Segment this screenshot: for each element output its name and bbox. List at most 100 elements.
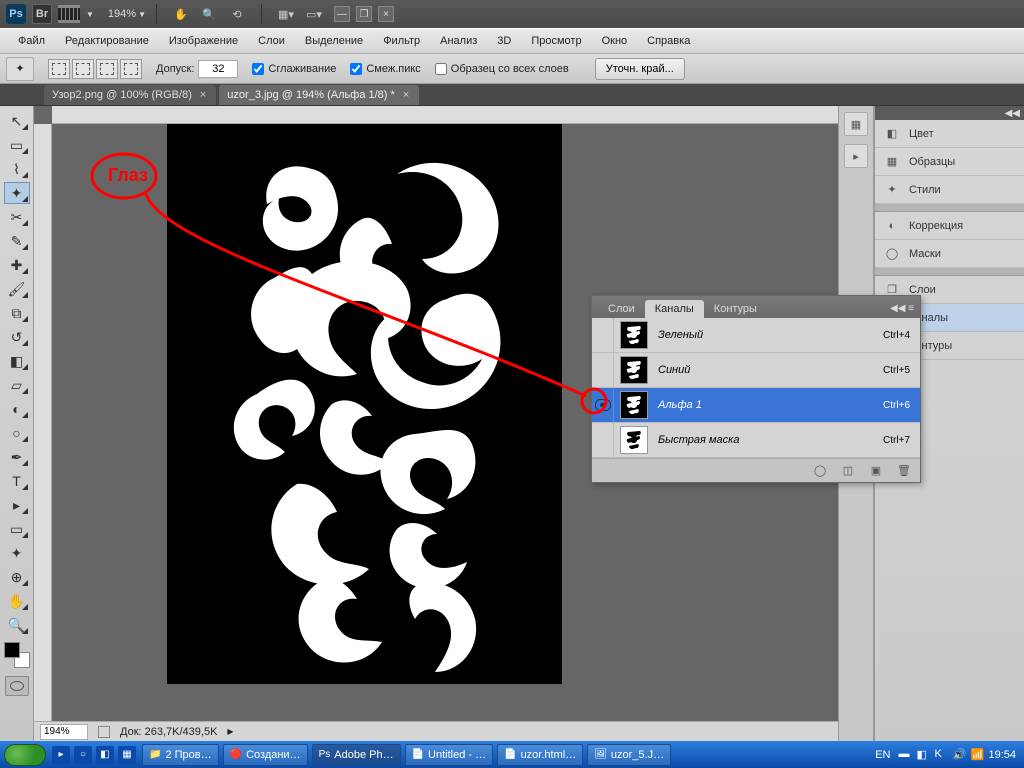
brush-tool[interactable]: 🖌 bbox=[4, 278, 30, 300]
tray-icon[interactable]: ▬ bbox=[898, 748, 912, 762]
arrange-docs-icon[interactable]: ▦▾ bbox=[276, 4, 296, 24]
refine-edge-button[interactable]: Уточн. край... bbox=[595, 58, 685, 80]
panel-swatches[interactable]: ▦Образцы bbox=[875, 148, 1024, 176]
all-layers-checkbox[interactable]: Образец со всех слоев bbox=[435, 63, 569, 75]
ruler-vertical[interactable] bbox=[34, 124, 52, 741]
color-proof-icon[interactable] bbox=[98, 726, 110, 738]
start-button[interactable] bbox=[4, 744, 46, 766]
marquee-tool[interactable]: ▭ bbox=[4, 134, 30, 156]
visibility-toggle[interactable] bbox=[592, 318, 614, 352]
taskbar-item[interactable]: 📁 2 Пров… bbox=[142, 744, 219, 766]
taskbar-item[interactable]: 🖼 uzor_5.J… bbox=[587, 744, 671, 766]
bridge-button[interactable]: Br bbox=[32, 4, 52, 24]
menu-window[interactable]: Окно bbox=[592, 33, 638, 49]
channel-row-quickmask[interactable]: Быстрая маска Ctrl+7 bbox=[592, 423, 920, 458]
doc-tab-1[interactable]: Узор2.png @ 100% (RGB/8)× bbox=[44, 85, 216, 105]
doc-tab-2[interactable]: uzor_3.jpg @ 194% (Альфа 1/8) *× bbox=[219, 85, 419, 105]
menu-view[interactable]: Просмотр bbox=[521, 33, 591, 49]
magic-wand-tool[interactable]: ✦ bbox=[4, 182, 30, 204]
tray-icon[interactable]: K bbox=[934, 748, 948, 762]
visibility-toggle[interactable] bbox=[592, 388, 614, 422]
zoom-tool[interactable]: 🔍 bbox=[4, 614, 30, 636]
menu-select[interactable]: Выделение bbox=[295, 33, 373, 49]
actions-panel-icon[interactable]: ▸ bbox=[844, 144, 868, 168]
tab-paths[interactable]: Контуры bbox=[704, 300, 767, 318]
sel-new[interactable] bbox=[48, 59, 70, 79]
move-tool[interactable]: ↖ bbox=[4, 110, 30, 132]
channel-row-green[interactable]: Зеленый Ctrl+4 bbox=[592, 318, 920, 353]
tab-channels[interactable]: Каналы bbox=[645, 300, 704, 318]
menu-edit[interactable]: Редактирование bbox=[55, 33, 159, 49]
healing-tool[interactable]: ✚ bbox=[4, 254, 30, 276]
foreground-color[interactable] bbox=[4, 642, 20, 658]
eyedropper-tool[interactable]: ✎ bbox=[4, 230, 30, 252]
language-indicator[interactable]: EN bbox=[871, 749, 894, 761]
menu-analysis[interactable]: Анализ bbox=[430, 33, 487, 49]
menu-image[interactable]: Изображение bbox=[159, 33, 248, 49]
new-channel-icon[interactable]: ▣ bbox=[866, 462, 886, 480]
quicklaunch-icon[interactable]: ◧ bbox=[96, 746, 114, 764]
mini-bridge-icon[interactable] bbox=[58, 5, 80, 23]
crop-tool[interactable]: ✂ bbox=[4, 206, 30, 228]
hand-tool[interactable]: ✋ bbox=[4, 590, 30, 612]
visibility-toggle[interactable] bbox=[592, 423, 614, 457]
panel-adjustments[interactable]: ◐Коррекция bbox=[875, 212, 1024, 240]
menu-file[interactable]: Файл bbox=[8, 33, 55, 49]
taskbar-item[interactable]: Ps Adobe Ph… bbox=[312, 744, 401, 766]
taskbar-item[interactable]: 📄 uzor.html… bbox=[497, 744, 583, 766]
quicklaunch-icon[interactable]: ▸ bbox=[52, 746, 70, 764]
history-brush-tool[interactable]: ↺ bbox=[4, 326, 30, 348]
ruler-horizontal[interactable] bbox=[52, 106, 838, 124]
delete-channel-icon[interactable]: 🗑 bbox=[894, 462, 914, 480]
shape-tool[interactable]: ▭ bbox=[4, 518, 30, 540]
screen-mode-icon[interactable]: ▭▾ bbox=[304, 4, 324, 24]
zoom-input[interactable] bbox=[40, 724, 88, 740]
history-panel-icon[interactable]: ▦ bbox=[844, 112, 868, 136]
close-icon[interactable]: × bbox=[200, 89, 206, 101]
collapse-dock-icon[interactable]: ◀◀ bbox=[875, 106, 1024, 120]
taskbar-item[interactable]: 📄 Untitled - … bbox=[405, 744, 494, 766]
tray-icon[interactable]: ◧ bbox=[916, 748, 930, 762]
panel-menu-icon[interactable]: ◀◀ ≡ bbox=[884, 298, 920, 318]
antialias-checkbox[interactable]: Сглаживание bbox=[252, 63, 336, 75]
lasso-tool[interactable]: ⌇ bbox=[4, 158, 30, 180]
hand-tool-icon[interactable]: ✋ bbox=[171, 4, 191, 24]
document-canvas[interactable] bbox=[167, 124, 562, 684]
save-selection-icon[interactable]: ◫ bbox=[838, 462, 858, 480]
tolerance-input[interactable] bbox=[198, 60, 238, 78]
quicklaunch-icon[interactable]: ▦ bbox=[118, 746, 136, 764]
3d-camera-tool[interactable]: ⊕ bbox=[4, 566, 30, 588]
color-swatches[interactable] bbox=[4, 642, 30, 668]
menu-layer[interactable]: Слои bbox=[248, 33, 295, 49]
doc-info[interactable]: Док: 263,7K/439,5K bbox=[120, 726, 217, 738]
menu-filter[interactable]: Фильтр bbox=[373, 33, 430, 49]
gradient-tool[interactable]: ▱ bbox=[4, 374, 30, 396]
visibility-toggle[interactable] bbox=[592, 353, 614, 387]
tab-layers[interactable]: Слои bbox=[598, 300, 645, 318]
quicklaunch-icon[interactable]: ○ bbox=[74, 746, 92, 764]
quick-mask-toggle[interactable] bbox=[5, 676, 29, 696]
channel-row-blue[interactable]: Синий Ctrl+5 bbox=[592, 353, 920, 388]
pen-tool[interactable]: ✒ bbox=[4, 446, 30, 468]
load-selection-icon[interactable]: ◯ bbox=[810, 462, 830, 480]
contiguous-checkbox[interactable]: Смеж.пикс bbox=[350, 63, 420, 75]
menu-help[interactable]: Справка bbox=[637, 33, 700, 49]
current-tool-icon[interactable]: ✦ bbox=[6, 57, 34, 81]
type-tool[interactable]: T bbox=[4, 470, 30, 492]
channel-row-alpha1[interactable]: Альфа 1 Ctrl+6 bbox=[592, 388, 920, 423]
3d-tool[interactable]: ✦ bbox=[4, 542, 30, 564]
menu-3d[interactable]: 3D bbox=[487, 33, 521, 49]
tray-icon[interactable]: 📶 bbox=[970, 748, 984, 762]
minimize-button[interactable]: — bbox=[334, 6, 350, 22]
info-arrow-icon[interactable]: ▶ bbox=[227, 727, 233, 736]
dodge-tool[interactable]: ○ bbox=[4, 422, 30, 444]
close-button[interactable]: × bbox=[378, 6, 394, 22]
panel-color[interactable]: ◧Цвет bbox=[875, 120, 1024, 148]
rotate-view-icon[interactable]: ⟲ bbox=[227, 4, 247, 24]
path-select-tool[interactable]: ▸ bbox=[4, 494, 30, 516]
zoom-tool-icon[interactable]: 🔍 bbox=[199, 4, 219, 24]
stamp-tool[interactable]: ⧉ bbox=[4, 302, 30, 324]
sel-add[interactable] bbox=[72, 59, 94, 79]
channels-panel[interactable]: Слои Каналы Контуры ◀◀ ≡ Зеленый Ctrl+4 … bbox=[591, 295, 921, 483]
sel-intersect[interactable] bbox=[120, 59, 142, 79]
